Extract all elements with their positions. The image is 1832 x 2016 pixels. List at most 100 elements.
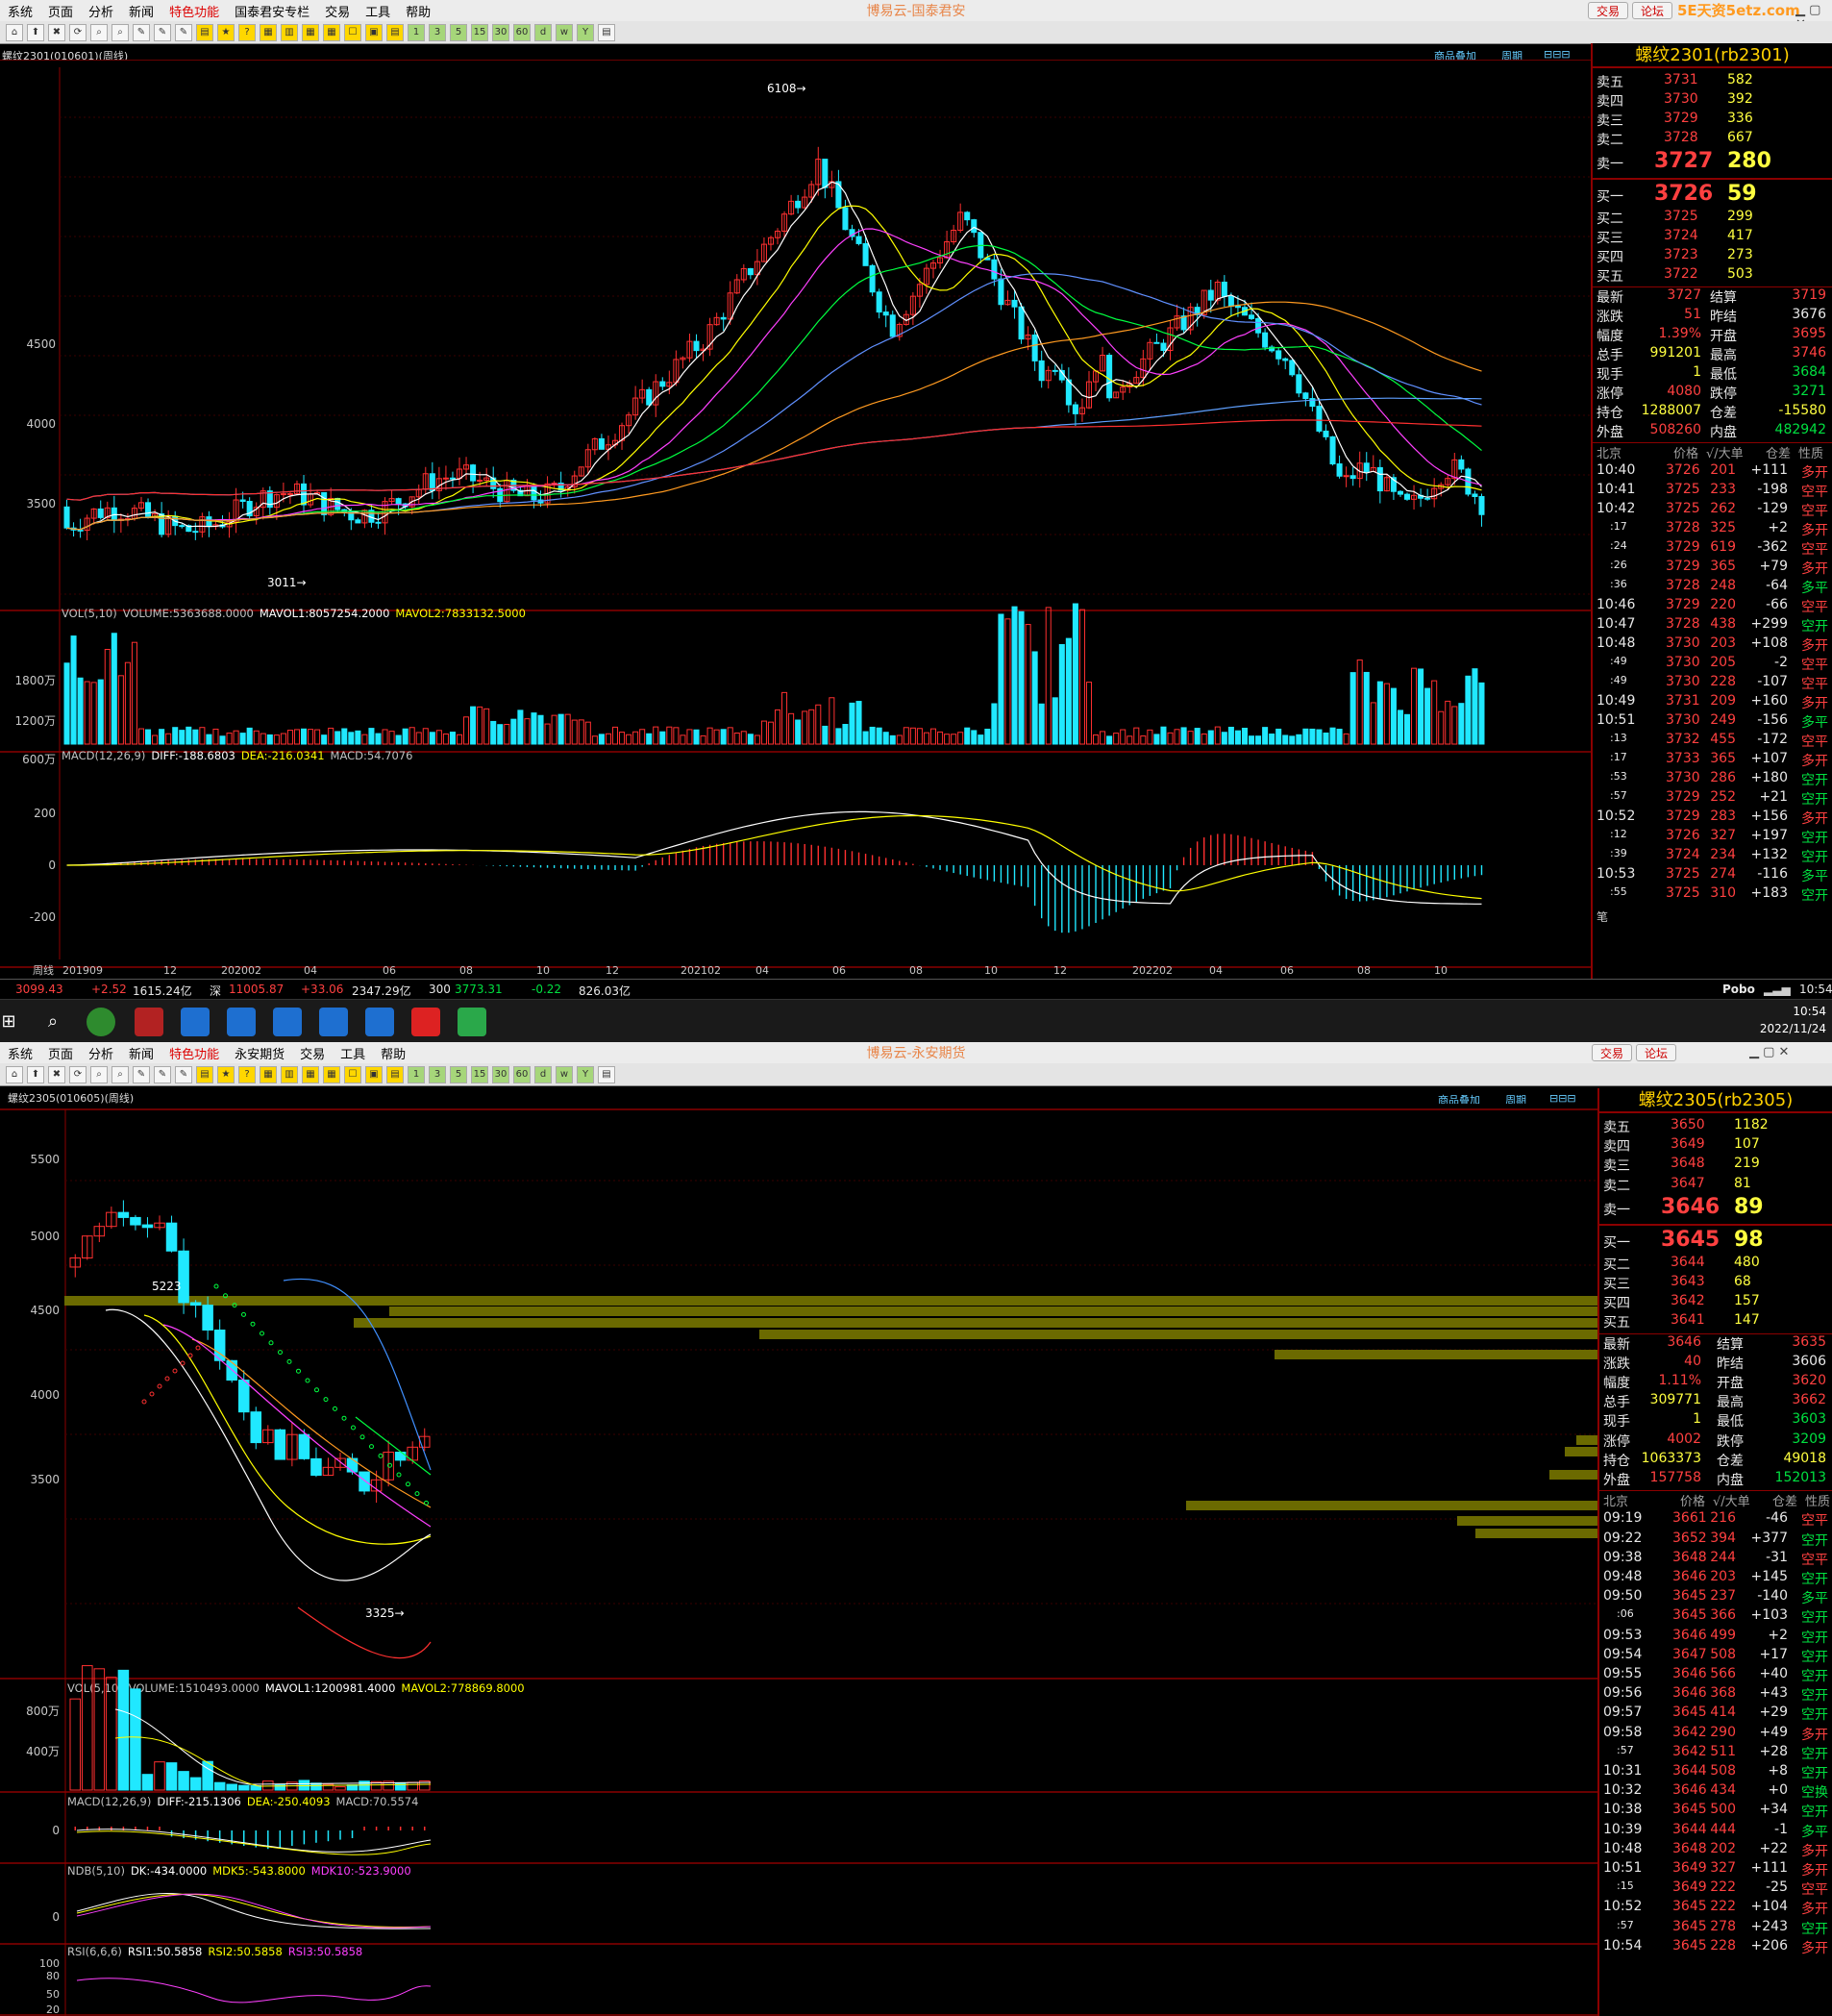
start-icon[interactable]: ⊞: [0, 1008, 17, 1036]
menu-item-0[interactable]: 系统: [0, 1044, 40, 1062]
menu-item-8[interactable]: 帮助: [398, 2, 438, 20]
menu-item-3[interactable]: 新闻: [121, 1044, 161, 1062]
toolbar-icon-13[interactable]: ▥: [281, 1065, 298, 1083]
toolbar-icon-19[interactable]: 1: [408, 1065, 425, 1083]
menu-item-0[interactable]: 系统: [0, 2, 40, 20]
app-wps-icon[interactable]: [411, 1008, 440, 1036]
toolbar-icon-22[interactable]: 15: [471, 1065, 488, 1083]
toolbar-icon-17[interactable]: ▣: [365, 1065, 383, 1083]
bottom-window-controls[interactable]: ▁ ▢ ✕: [1749, 1045, 1789, 1059]
menu-item-8[interactable]: 帮助: [373, 1044, 413, 1062]
toolbar-icon-0[interactable]: ⌂: [6, 23, 23, 41]
top-trade-button[interactable]: 交易: [1588, 2, 1629, 19]
toolbar-icon-1[interactable]: ⬆: [27, 23, 44, 41]
toolbar-icon-25[interactable]: d: [534, 23, 552, 41]
vol-bar: [537, 714, 544, 745]
toolbar-icon-23[interactable]: 30: [492, 23, 509, 41]
menu-item-7[interactable]: 工具: [333, 1044, 373, 1062]
vol-legend-item-0: VOL(5,10): [62, 607, 117, 620]
toolbar-icon-23[interactable]: 30: [492, 1065, 509, 1083]
toolbar-icon-5[interactable]: ⌕: [111, 23, 129, 41]
toolbar-icon-15[interactable]: ▦: [323, 23, 340, 41]
toolbar-icon-5[interactable]: ⌕: [111, 1065, 129, 1083]
toolbar-icon-26[interactable]: w: [556, 23, 573, 41]
toolbar-icon-14[interactable]: ▦: [302, 23, 319, 41]
toolbar-icon-14[interactable]: ▦: [302, 1065, 319, 1083]
toolbar-icon-27[interactable]: Y: [577, 23, 594, 41]
toolbar-icon-21[interactable]: 5: [450, 1065, 467, 1083]
ticks-header-1: 价格: [1680, 1495, 1706, 1510]
toolbar-icon-28[interactable]: ▤: [598, 1065, 615, 1083]
toolbar-icon-15[interactable]: ▦: [323, 1065, 340, 1083]
app-pobo2-icon[interactable]: [227, 1008, 256, 1036]
toolbar-icon-20[interactable]: 3: [429, 23, 446, 41]
toolbar-icon-24[interactable]: 60: [513, 1065, 531, 1083]
bottom-kline-chart[interactable]: 5500500045004000350052233325→VOL(5,10) VO…: [0, 1104, 1597, 2016]
menu-item-2[interactable]: 分析: [81, 1044, 121, 1062]
app-pobo5-icon[interactable]: [365, 1008, 394, 1036]
app-pobo1-icon[interactable]: [181, 1008, 210, 1036]
toolbar-icon-19[interactable]: 1: [408, 23, 425, 41]
toolbar-icon-18[interactable]: ▤: [386, 23, 404, 41]
toolbar-icon-12[interactable]: ▦: [260, 1065, 277, 1083]
toolbar-icon-25[interactable]: d: [534, 1065, 552, 1083]
menu-item-4[interactable]: 特色功能: [161, 2, 227, 20]
search-icon[interactable]: ⌕: [38, 1008, 67, 1036]
toolbar-icon-20[interactable]: 3: [429, 1065, 446, 1083]
toolbar-icon-9[interactable]: ▤: [196, 1065, 213, 1083]
app-360-icon[interactable]: [87, 1008, 115, 1036]
toolbar-icon-10[interactable]: ★: [217, 23, 235, 41]
menu-item-1[interactable]: 页面: [40, 2, 81, 20]
toolbar-icon-28[interactable]: ▤: [598, 23, 615, 41]
toolbar-icon-8[interactable]: ✎: [175, 1065, 192, 1083]
tick-time: 10:40: [1597, 462, 1636, 478]
toolbar-icon-8[interactable]: ✎: [175, 23, 192, 41]
top-kline-chart[interactable]: 4500 4000 3500 6108→ 3011→ VOL(5,10) VOLUME:53…: [0, 60, 1591, 981]
toolbar-icon-18[interactable]: ▤: [386, 1065, 404, 1083]
ticks-tab[interactable]: 笔: [1597, 908, 1608, 925]
toolbar-icon-3[interactable]: ⟳: [69, 23, 87, 41]
bottom-trade-button[interactable]: 交易: [1592, 1044, 1633, 1061]
toolbar-icon-13[interactable]: ▥: [281, 23, 298, 41]
app-w6-icon[interactable]: [135, 1008, 163, 1036]
menu-item-6[interactable]: 交易: [317, 2, 358, 20]
sell-level-1: 卖一 3727 280: [1593, 149, 1832, 176]
toolbar-icon-6[interactable]: ✎: [133, 23, 150, 41]
toolbar-icon-12[interactable]: ▦: [260, 23, 277, 41]
toolbar-icon-11[interactable]: ?: [238, 1065, 256, 1083]
menu-item-2[interactable]: 分析: [81, 2, 121, 20]
bottom-forum-button[interactable]: 论坛: [1636, 1044, 1677, 1061]
menu-item-3[interactable]: 新闻: [121, 2, 161, 20]
menu-item-4[interactable]: 特色功能: [161, 1044, 227, 1062]
toolbar-icon-7[interactable]: ✎: [154, 1065, 171, 1083]
toolbar-icon-16[interactable]: ☐: [344, 23, 361, 41]
toolbar-icon-16[interactable]: ☐: [344, 1065, 361, 1083]
toolbar-icon-22[interactable]: 15: [471, 23, 488, 41]
toolbar-icon-21[interactable]: 5: [450, 23, 467, 41]
toolbar-icon-11[interactable]: ?: [238, 23, 256, 41]
menu-item-7[interactable]: 工具: [358, 2, 398, 20]
toolbar-icon-26[interactable]: w: [556, 1065, 573, 1083]
menu-item-5[interactable]: 国泰君安专栏: [227, 2, 317, 20]
toolbar-icon-6[interactable]: ✎: [133, 1065, 150, 1083]
toolbar-icon-1[interactable]: ⬆: [27, 1065, 44, 1083]
toolbar-icon-17[interactable]: ▣: [365, 23, 383, 41]
toolbar-icon-10[interactable]: ★: [217, 1065, 235, 1083]
toolbar-icon-0[interactable]: ⌂: [6, 1065, 23, 1083]
app-pobo3-icon[interactable]: [273, 1008, 302, 1036]
toolbar-icon-24[interactable]: 60: [513, 23, 531, 41]
app-pobo4-icon[interactable]: [319, 1008, 348, 1036]
toolbar-icon-9[interactable]: ▤: [196, 23, 213, 41]
toolbar-icon-27[interactable]: Y: [577, 1065, 594, 1083]
toolbar-icon-4[interactable]: ⌕: [90, 23, 108, 41]
app-wechat-icon[interactable]: [458, 1008, 486, 1036]
toolbar-icon-2[interactable]: ✖: [48, 23, 65, 41]
menu-item-6[interactable]: 交易: [292, 1044, 333, 1062]
toolbar-icon-4[interactable]: ⌕: [90, 1065, 108, 1083]
toolbar-icon-7[interactable]: ✎: [154, 23, 171, 41]
menu-item-1[interactable]: 页面: [40, 1044, 81, 1062]
top-forum-button[interactable]: 论坛: [1632, 2, 1673, 19]
toolbar-icon-3[interactable]: ⟳: [69, 1065, 87, 1083]
toolbar-icon-2[interactable]: ✖: [48, 1065, 65, 1083]
menu-item-5[interactable]: 永安期货: [227, 1044, 292, 1062]
